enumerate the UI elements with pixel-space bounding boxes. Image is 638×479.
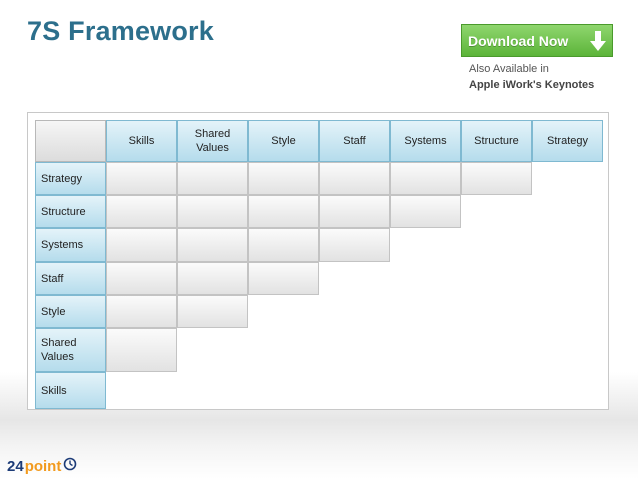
row-header: Style	[35, 295, 106, 328]
row-header: Skills	[35, 372, 106, 409]
matrix-cell	[248, 162, 319, 195]
matrix-cell	[177, 228, 248, 262]
column-header: Systems	[390, 120, 461, 162]
row-header: Staff	[35, 262, 106, 295]
matrix-cell	[319, 195, 390, 228]
matrix-cell	[106, 262, 177, 295]
matrix-cell	[319, 162, 390, 195]
row-header: Shared Values	[35, 328, 106, 372]
logo-number: 24	[7, 457, 24, 475]
matrix-cell	[248, 228, 319, 262]
matrix-cell	[248, 195, 319, 228]
row-header: Structure	[35, 195, 106, 228]
matrix-cell	[390, 195, 461, 228]
matrix-cell	[319, 228, 390, 262]
column-header: Skills	[106, 120, 177, 162]
matrix-cell	[177, 262, 248, 295]
logo-word: point	[24, 457, 62, 475]
matrix-cell	[248, 262, 319, 295]
column-header: Strategy	[532, 120, 603, 162]
matrix-corner-cell	[35, 120, 106, 162]
matrix-cell	[461, 162, 532, 195]
row-header: Strategy	[35, 162, 106, 195]
row-header: Systems	[35, 228, 106, 262]
matrix-cell	[177, 195, 248, 228]
matrix-cell	[106, 195, 177, 228]
clock-icon	[63, 457, 77, 476]
matrix-cell	[106, 328, 177, 372]
matrix-cell	[390, 162, 461, 195]
column-header: Shared Values	[177, 120, 248, 162]
24point-logo: 24 point	[7, 456, 77, 476]
column-header: Staff	[319, 120, 390, 162]
framework-matrix: Skills Shared Values Style Staff Systems Stru…	[0, 0, 638, 479]
column-header: Style	[248, 120, 319, 162]
matrix-cell	[106, 228, 177, 262]
matrix-cell	[177, 162, 248, 195]
column-header: Structure	[461, 120, 532, 162]
matrix-cell	[106, 162, 177, 195]
matrix-cell	[177, 295, 248, 328]
matrix-cell	[106, 295, 177, 328]
